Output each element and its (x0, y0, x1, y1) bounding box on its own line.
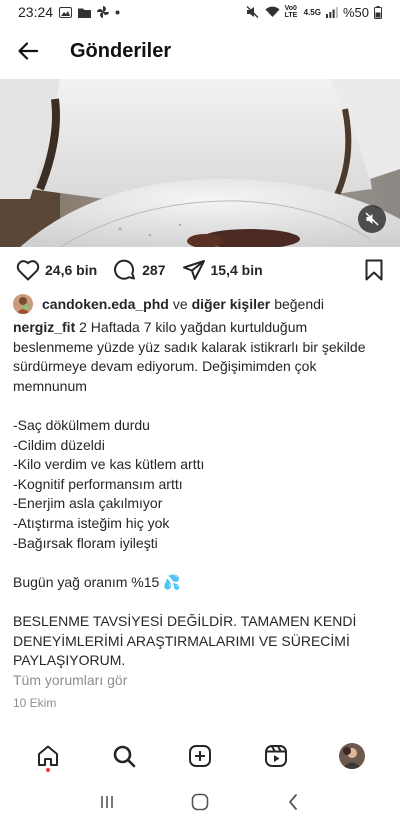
search-icon (112, 744, 136, 768)
caption-username[interactable]: nergiz_fit (13, 319, 75, 335)
status-left: 23:24 (18, 4, 120, 20)
image-icon (59, 6, 73, 18)
comment-button[interactable]: 287 (113, 258, 166, 282)
share-count: 15,4 bin (210, 262, 263, 278)
home-icon (36, 744, 60, 768)
likes-suffix: beğendi (274, 296, 325, 312)
pinwheel-icon (97, 6, 110, 18)
system-navigation-bar (0, 782, 400, 822)
back-button[interactable] (0, 24, 56, 78)
share-button[interactable]: 15,4 bin (182, 258, 263, 282)
comment-count: 287 (142, 262, 166, 278)
mute-status-icon (246, 6, 260, 18)
paper-plane-icon (182, 258, 206, 282)
speaker-muted-icon (365, 212, 379, 226)
battery-icon (374, 5, 382, 19)
bottom-navigation (0, 730, 400, 782)
profile-avatar (339, 743, 365, 769)
view-all-comments-link[interactable]: Tüm yorumları gör (13, 672, 127, 688)
home-button[interactable] (180, 786, 220, 818)
save-button[interactable] (364, 259, 384, 281)
nav-profile[interactable] (328, 732, 376, 780)
post-video[interactable] (0, 79, 400, 247)
nav-search[interactable] (100, 732, 148, 780)
back-system-button[interactable] (273, 786, 313, 818)
like-count: 24,6 bin (45, 262, 98, 278)
likes-conjunction: ve (172, 296, 188, 312)
signal-icon (325, 6, 338, 18)
status-time: 23:24 (18, 4, 54, 20)
notification-dot-icon (115, 10, 120, 15)
battery-percent: %50 (342, 4, 369, 20)
comment-bubble-icon (113, 258, 137, 282)
heart-icon (16, 259, 40, 281)
bookmark-icon (364, 259, 384, 281)
header: Gönderiler (0, 24, 400, 78)
video-frame-image (0, 79, 400, 247)
likes-others[interactable]: diğer kişiler (192, 296, 271, 312)
caption-text: 2 Haftada 7 kilo yağdan kurtulduğum besl… (13, 319, 366, 669)
likes-summary[interactable]: candoken.eda_phd ve diğer kişiler beğend… (13, 292, 393, 316)
home-square-icon (191, 793, 209, 811)
folder-icon (78, 7, 92, 18)
carrier-label: Vo0 LTE (284, 5, 298, 19)
liker-avatar (13, 294, 33, 314)
home-notification-dot (46, 768, 50, 772)
create-icon (188, 744, 212, 768)
nav-create[interactable] (176, 732, 224, 780)
post-date: 10 Ekim (13, 696, 57, 710)
mute-button[interactable] (358, 205, 386, 233)
chevron-left-icon (287, 793, 299, 811)
network-type: 4.5G (303, 7, 321, 17)
arrow-left-icon (16, 39, 40, 63)
recent-apps-icon (99, 794, 115, 810)
post-actions: 24,6 bin 287 15,4 bin (0, 252, 400, 288)
post-caption: nergiz_fit 2 Haftada 7 kilo yağdan kurtu… (13, 318, 391, 671)
reels-icon (264, 744, 288, 768)
status-right: Vo0 LTE 4.5G %50 (246, 5, 382, 20)
status-bar: 23:24 Vo0 LTE 4.5G %50 (0, 0, 400, 24)
nav-home[interactable] (24, 732, 72, 780)
page-title: Gönderiler (70, 39, 172, 62)
like-button[interactable]: 24,6 bin (16, 259, 97, 281)
nav-reels[interactable] (252, 732, 300, 780)
recent-apps-button[interactable] (87, 786, 127, 818)
liker-username[interactable]: candoken.eda_phd (42, 296, 169, 312)
wifi-icon (265, 6, 280, 18)
